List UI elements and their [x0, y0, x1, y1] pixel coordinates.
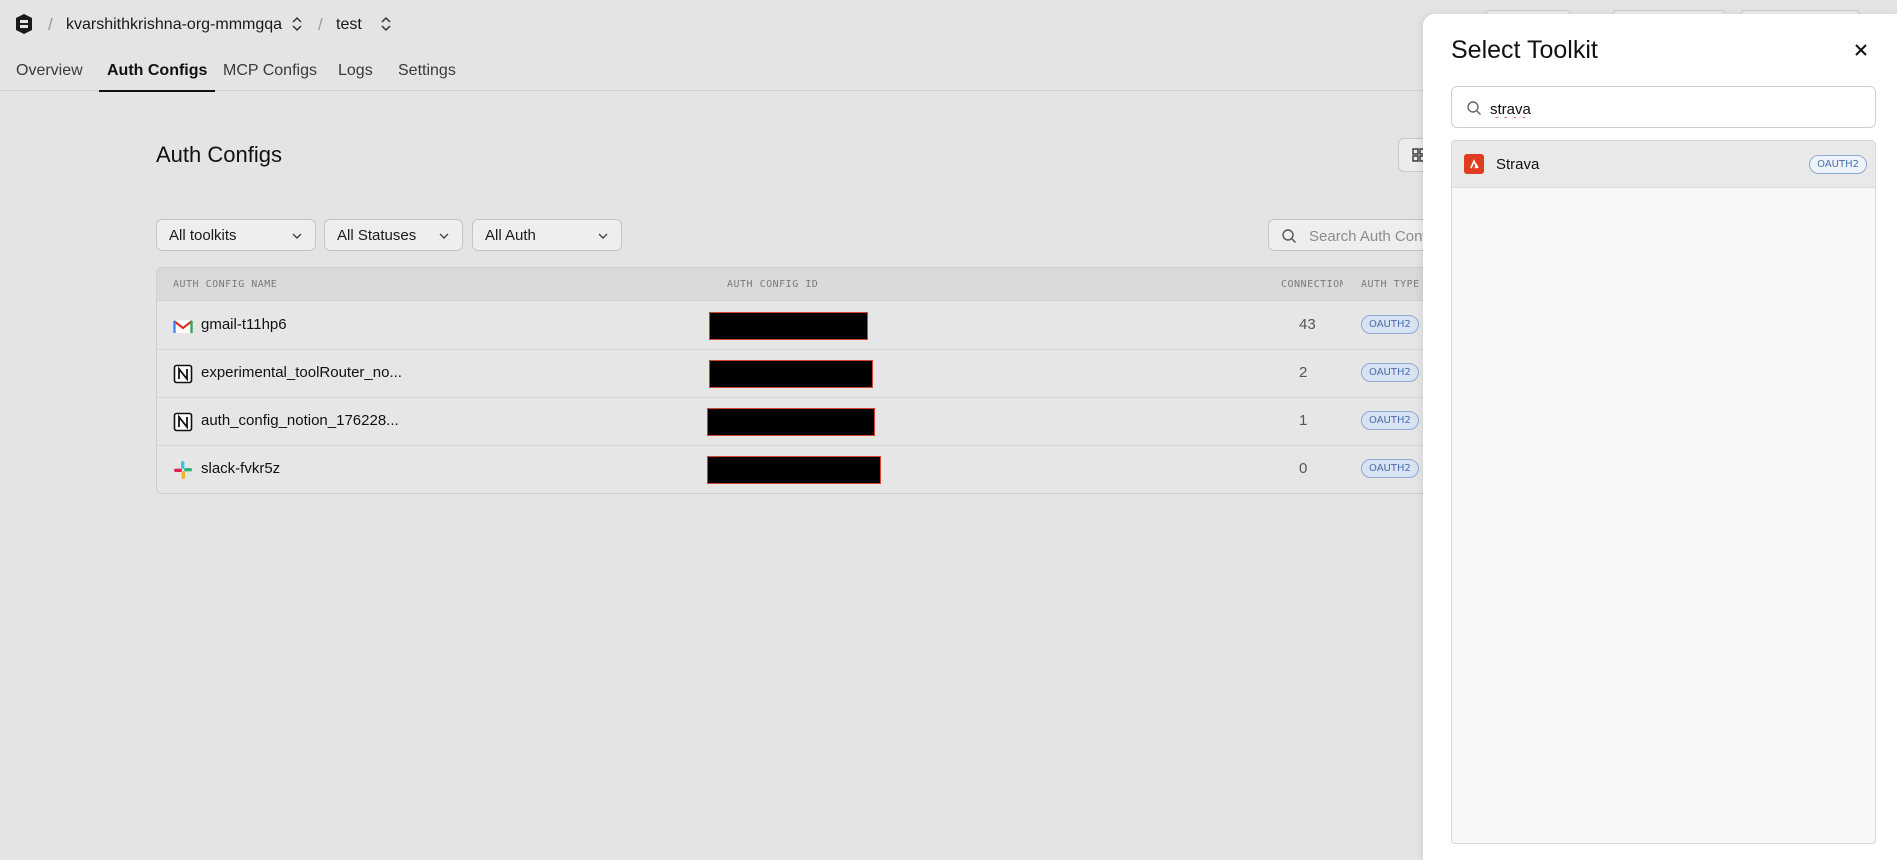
search-icon [1282, 229, 1296, 243]
tab-mcp-configs[interactable]: MCP Configs [223, 62, 317, 90]
breadcrumb-separator: / [48, 15, 53, 34]
close-icon[interactable] [1851, 40, 1871, 60]
statuses-filter-label: All Statuses [337, 227, 417, 244]
slack-icon [174, 461, 192, 479]
connections-count: 0 [1299, 460, 1308, 477]
auth-config-name: gmail-t11hp6 [201, 316, 287, 333]
auth-type-badge: OAUTH2 [1809, 155, 1867, 174]
chevron-down-icon [292, 233, 302, 239]
notion-icon [173, 412, 193, 432]
select-toolkit-panel: Select Toolkit Strava OAUTH2 [1423, 14, 1897, 860]
search-icon [1467, 101, 1481, 115]
auth-filter[interactable]: All Auth [472, 219, 622, 251]
auth-configs-table: AUTH CONFIG NAME AUTH CONFIG ID CONNECTI… [156, 267, 1448, 494]
project-name[interactable]: test [336, 16, 362, 34]
tab-auth-configs[interactable]: Auth Configs [99, 62, 216, 92]
strava-icon [1464, 154, 1484, 174]
auth-config-name: auth_config_notion_176228... [201, 412, 399, 429]
toolkit-result-item[interactable]: Strava OAUTH2 [1452, 141, 1875, 188]
redacted-auth-config-id [707, 408, 875, 436]
tab-settings[interactable]: Settings [398, 62, 456, 90]
project-switcher-chevron-icon[interactable] [379, 15, 393, 33]
toolkits-filter-label: All toolkits [169, 227, 237, 244]
org-switcher-chevron-icon[interactable] [290, 15, 304, 33]
table-header: AUTH CONFIG NAME AUTH CONFIG ID CONNECTI… [157, 268, 1447, 301]
toolkit-search[interactable] [1451, 86, 1876, 128]
column-header-id: AUTH CONFIG ID [727, 279, 819, 290]
chevron-down-icon [439, 233, 449, 239]
composio-logo-icon[interactable] [12, 12, 36, 36]
tab-overview[interactable]: Overview [16, 62, 83, 90]
connections-count: 43 [1299, 316, 1316, 333]
page-title: Auth Configs [156, 142, 282, 167]
auth-config-name: experimental_toolRouter_no... [201, 364, 402, 381]
redacted-auth-config-id [707, 456, 881, 484]
chevron-down-icon [598, 233, 608, 239]
connections-count: 2 [1299, 364, 1308, 381]
auth-type-badge: OAUTH2 [1361, 315, 1419, 334]
toolkit-name: Strava [1496, 156, 1540, 173]
column-header-connections: CONNECTIONS [1281, 279, 1343, 290]
auth-type-badge: OAUTH2 [1361, 363, 1419, 382]
column-header-auth-type: AUTH TYPE [1361, 279, 1420, 290]
tab-logs[interactable]: Logs [338, 62, 373, 90]
table-row[interactable]: gmail-t11hp6 43 OAUTH2 [157, 301, 1447, 350]
statuses-filter[interactable]: All Statuses [324, 219, 463, 251]
toolkit-search-input[interactable] [1488, 96, 1862, 122]
table-row[interactable]: experimental_toolRouter_no... 2 OAUTH2 [157, 349, 1447, 398]
panel-title: Select Toolkit [1451, 36, 1598, 64]
auth-config-name: slack-fvkr5z [201, 460, 281, 477]
auth-filter-label: All Auth [485, 227, 536, 244]
gmail-icon [173, 320, 193, 333]
org-name[interactable]: kvarshithkrishna-org-mmmgqa [66, 16, 282, 34]
toolkits-filter[interactable]: All toolkits [156, 219, 316, 251]
table-row[interactable]: slack-fvkr5z 0 OAUTH2 [157, 445, 1447, 493]
redacted-auth-config-id [709, 360, 873, 388]
table-row[interactable]: auth_config_notion_176228... 1 OAUTH2 [157, 397, 1447, 446]
toolkit-results-list: Strava OAUTH2 [1451, 140, 1876, 844]
redacted-auth-config-id [709, 312, 868, 340]
column-header-name: AUTH CONFIG NAME [173, 279, 278, 290]
auth-type-badge: OAUTH2 [1361, 459, 1419, 478]
auth-type-badge: OAUTH2 [1361, 411, 1419, 430]
notion-icon [173, 364, 193, 384]
breadcrumb-separator: / [318, 15, 323, 34]
connections-count: 1 [1299, 412, 1308, 429]
